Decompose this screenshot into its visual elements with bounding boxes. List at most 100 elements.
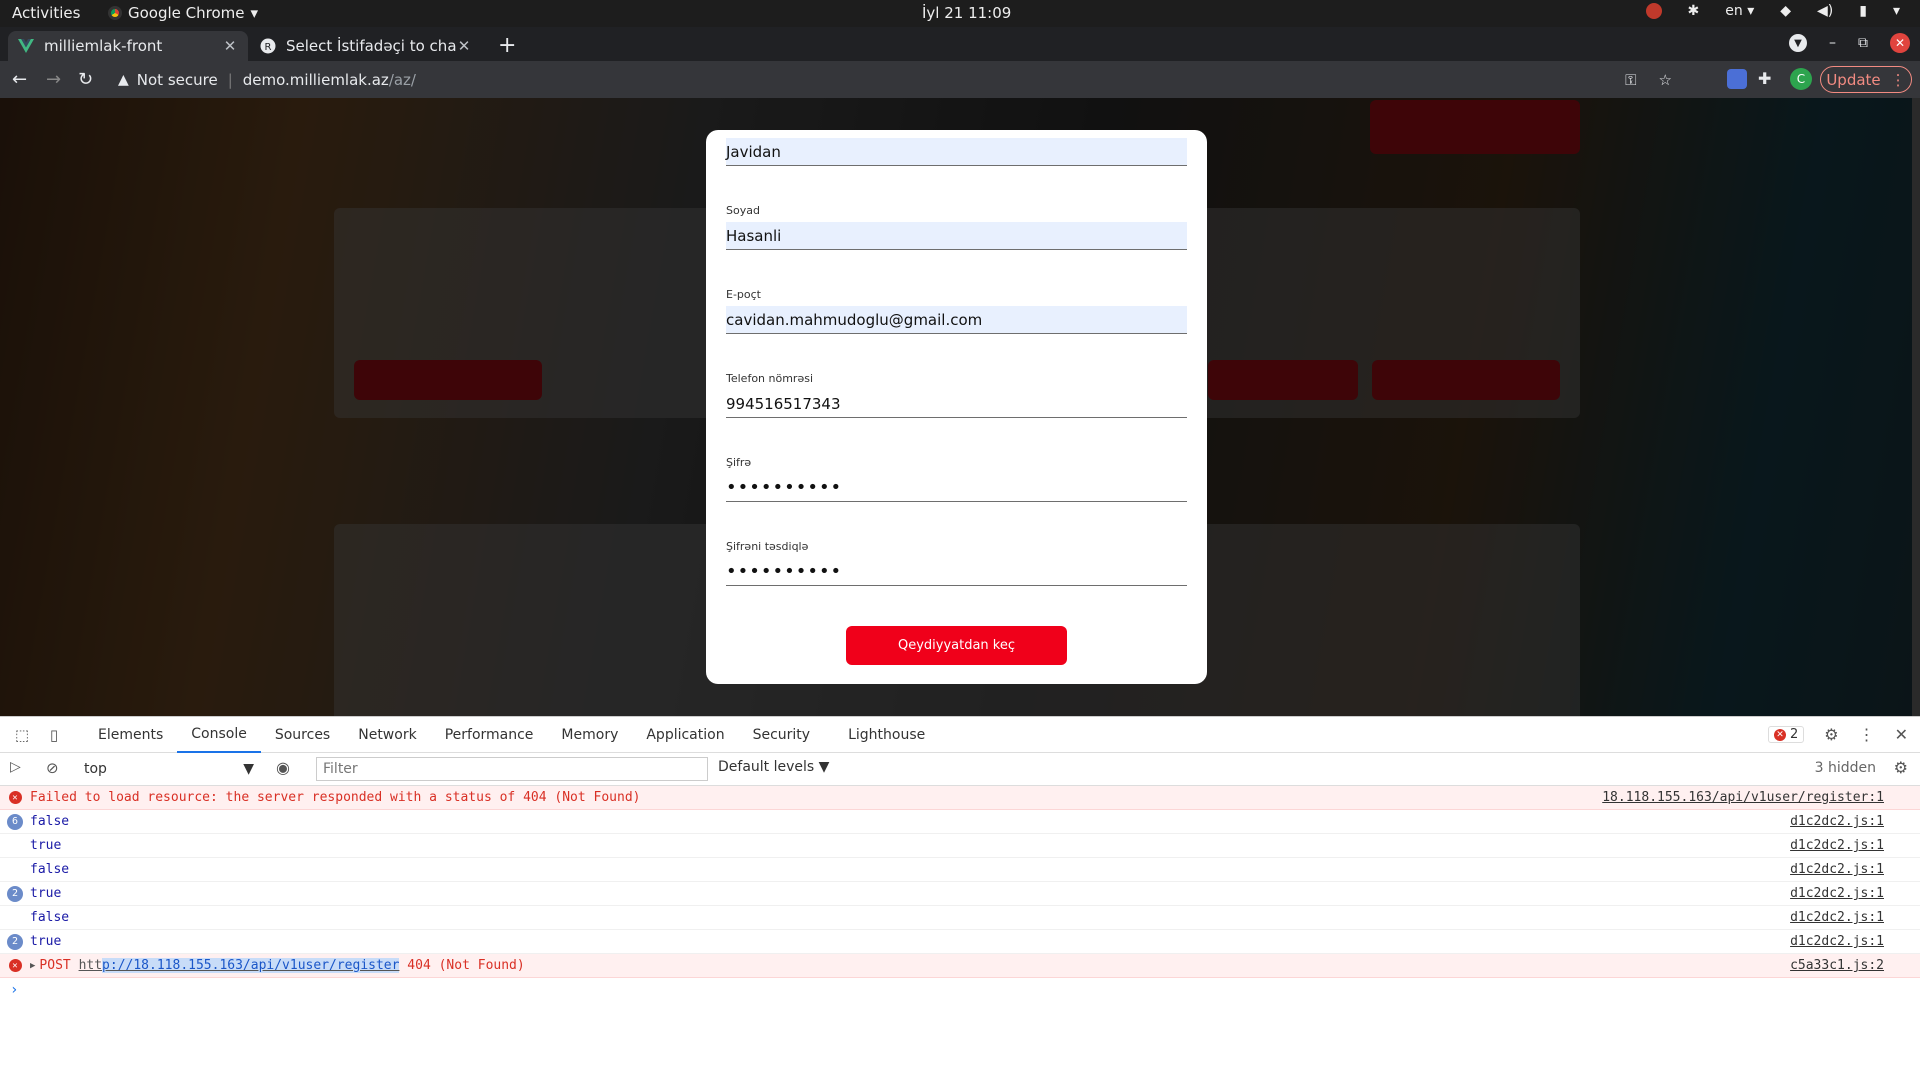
console-log-row[interactable]: 6 false d1c2dc2.js:1 xyxy=(0,810,1920,834)
password-confirm-field: Şifrəni təsdiqlə •••••••••• xyxy=(726,540,1187,586)
language-indicator[interactable]: en ▾ xyxy=(1725,3,1754,19)
extensions-puzzle-icon[interactable]: ✚ xyxy=(1758,69,1778,89)
email-field: E-poçt cavidan.mahmudoglu@gmail.com xyxy=(726,288,1187,334)
tab-security[interactable]: Security xyxy=(739,717,825,753)
profile-avatar[interactable]: C xyxy=(1790,68,1812,90)
console-log-row[interactable]: 2 true d1c2dc2.js:1 xyxy=(0,882,1920,906)
console-network-error-row[interactable]: ✕ ▶ POST http://18.118.155.163/api/v1use… xyxy=(0,954,1920,978)
tab-lighthouse[interactable]: Lighthouse xyxy=(834,717,939,753)
activities-button[interactable]: Activities xyxy=(12,4,80,22)
first-name-label: Ad xyxy=(726,130,1187,134)
tab-network[interactable]: Network xyxy=(344,717,430,753)
devtools-tab-bar: ⬚ ▯ Elements Console Sources Network Per… xyxy=(0,717,1920,753)
console-prompt[interactable]: › xyxy=(0,978,1920,1002)
dropdown-arrow-icon: ▼ xyxy=(243,761,254,777)
console-log-row[interactable]: false d1c2dc2.js:1 xyxy=(0,858,1920,882)
more-menu-icon[interactable]: ⋮ xyxy=(1891,71,1906,89)
address-bar[interactable]: ▲ Not secure | demo.milliemlak.az/az/ xyxy=(108,65,1648,94)
devtools-panel: ⬚ ▯ Elements Console Sources Network Per… xyxy=(0,716,1920,1080)
source-link[interactable]: c5a33c1.js:2 xyxy=(1790,958,1884,973)
first-name-input[interactable]: Javidan xyxy=(726,138,1187,166)
notification-badge-icon[interactable] xyxy=(1645,3,1662,19)
console-log-row[interactable]: false d1c2dc2.js:1 xyxy=(0,906,1920,930)
phone-label: Telefon nömrəsi xyxy=(726,372,814,385)
console-messages: ✕ Failed to load resource: the server re… xyxy=(0,786,1920,1002)
phone-input[interactable]: 994516517343 xyxy=(726,390,1187,418)
first-name-field: Ad Javidan xyxy=(726,130,1187,166)
last-name-input[interactable]: Hasanli xyxy=(726,222,1187,250)
chrome-icon xyxy=(108,6,122,20)
expand-triangle-icon[interactable]: ▶ xyxy=(30,961,35,971)
tab-console[interactable]: Console xyxy=(177,717,261,753)
tab-search-icon[interactable]: ▼ xyxy=(1789,34,1807,52)
device-toolbar-icon[interactable]: ▯ xyxy=(44,725,64,745)
context-select[interactable]: top ▼ xyxy=(84,759,254,779)
source-link[interactable]: 18.118.155.163/api/v1user/register:1 xyxy=(1602,790,1884,805)
wifi-icon[interactable]: ◆ xyxy=(1780,3,1791,19)
console-error-row[interactable]: ✕ Failed to load resource: the server re… xyxy=(0,786,1920,810)
devtools-menu-icon[interactable]: ⋮ xyxy=(1859,725,1875,744)
tab-performance[interactable]: Performance xyxy=(431,717,548,753)
clock[interactable]: İyl 21 11:09 xyxy=(922,4,1011,22)
page-scrollbar[interactable] xyxy=(1912,98,1920,716)
registration-modal: Ad Javidan Soyad Hasanli E-poçt cavidan.… xyxy=(706,130,1207,684)
browser-toolbar: ← → ↻ ▲ Not secure | demo.milliemlak.az /… xyxy=(0,61,1920,98)
app-menu[interactable]: Google Chrome ▾ xyxy=(108,4,258,22)
source-link[interactable]: d1c2dc2.js:1 xyxy=(1790,862,1884,877)
clear-console-icon[interactable]: ⊘ xyxy=(46,759,59,777)
password-confirm-input[interactable]: •••••••••• xyxy=(726,558,1187,586)
update-button[interactable]: Update ⋮ xyxy=(1820,66,1912,93)
register-button[interactable]: Qeydiyyatdan keç xyxy=(846,626,1067,665)
reload-icon[interactable]: ↻ xyxy=(78,69,93,90)
restore-button[interactable]: ⧉ xyxy=(1858,35,1868,51)
close-window-button[interactable]: ✕ xyxy=(1890,33,1910,53)
console-log-row[interactable]: 2 true d1c2dc2.js:1 xyxy=(0,930,1920,954)
sidebar-toggle-icon[interactable]: ▷ xyxy=(10,759,21,775)
email-input[interactable]: cavidan.mahmudoglu@gmail.com xyxy=(726,306,1187,334)
source-link[interactable]: d1c2dc2.js:1 xyxy=(1790,814,1884,829)
security-label[interactable]: Not secure xyxy=(137,71,218,89)
slack-icon[interactable]: ✱ xyxy=(1688,3,1700,19)
tab-milliemlak-front[interactable]: milliemlak-front ✕ xyxy=(8,31,248,61)
url-host: demo.milliemlak.az xyxy=(242,70,389,89)
warning-icon[interactable]: ▲ xyxy=(118,72,129,88)
error-count-badge[interactable]: ✕ 2 xyxy=(1767,726,1805,743)
inspect-element-icon[interactable]: ⬚ xyxy=(12,725,32,745)
source-link[interactable]: d1c2dc2.js:1 xyxy=(1790,886,1884,901)
forward-icon[interactable]: → xyxy=(46,69,61,90)
tab-select-user[interactable]: R Select İstifadəçi to chang ✕ xyxy=(250,31,482,61)
source-link[interactable]: d1c2dc2.js:1 xyxy=(1790,934,1884,949)
tab-memory[interactable]: Memory xyxy=(547,717,632,753)
tab-application[interactable]: Application xyxy=(632,717,738,753)
window-controls: ▼ – ⧉ ✕ xyxy=(1789,33,1910,53)
key-icon[interactable]: ⚿ xyxy=(1625,71,1636,89)
bookmark-star-icon[interactable]: ☆ xyxy=(1659,71,1672,89)
minimize-button[interactable]: – xyxy=(1829,35,1836,51)
battery-icon[interactable]: ▮ xyxy=(1859,3,1867,19)
back-icon[interactable]: ← xyxy=(12,69,27,90)
system-menu-caret-icon[interactable]: ▾ xyxy=(1893,3,1900,19)
caret-down-icon: ▾ xyxy=(250,4,259,22)
new-tab-button[interactable]: + xyxy=(498,33,516,58)
source-link[interactable]: d1c2dc2.js:1 xyxy=(1790,910,1884,925)
close-tab-icon[interactable]: ✕ xyxy=(456,37,472,55)
close-tab-icon[interactable]: ✕ xyxy=(222,37,238,55)
log-levels-dropdown[interactable]: Default levels ▼ xyxy=(718,759,829,775)
translate-extension-icon[interactable] xyxy=(1727,69,1747,89)
console-filter-input[interactable]: Filter xyxy=(316,757,708,781)
source-link[interactable]: d1c2dc2.js:1 xyxy=(1790,838,1884,853)
request-url[interactable]: http://18.118.155.163/api/v1user/registe… xyxy=(79,958,400,973)
settings-gear-icon[interactable]: ⚙ xyxy=(1824,725,1838,744)
volume-icon[interactable]: ◀) xyxy=(1817,3,1833,19)
tab-elements[interactable]: Elements xyxy=(84,717,177,753)
error-icon: ✕ xyxy=(8,791,22,804)
live-expression-eye-icon[interactable]: ◉ xyxy=(276,758,290,777)
close-devtools-icon[interactable]: ✕ xyxy=(1895,725,1908,744)
last-name-field: Soyad Hasanli xyxy=(726,204,1187,250)
console-settings-icon[interactable]: ⚙ xyxy=(1894,758,1908,777)
repeat-count-badge: 2 xyxy=(7,933,23,950)
devtools-actions: ✕ 2 ⚙ ⋮ ✕ xyxy=(1767,725,1908,744)
tab-sources[interactable]: Sources xyxy=(261,717,344,753)
console-log-row[interactable]: true d1c2dc2.js:1 xyxy=(0,834,1920,858)
password-input[interactable]: •••••••••• xyxy=(726,474,1187,502)
